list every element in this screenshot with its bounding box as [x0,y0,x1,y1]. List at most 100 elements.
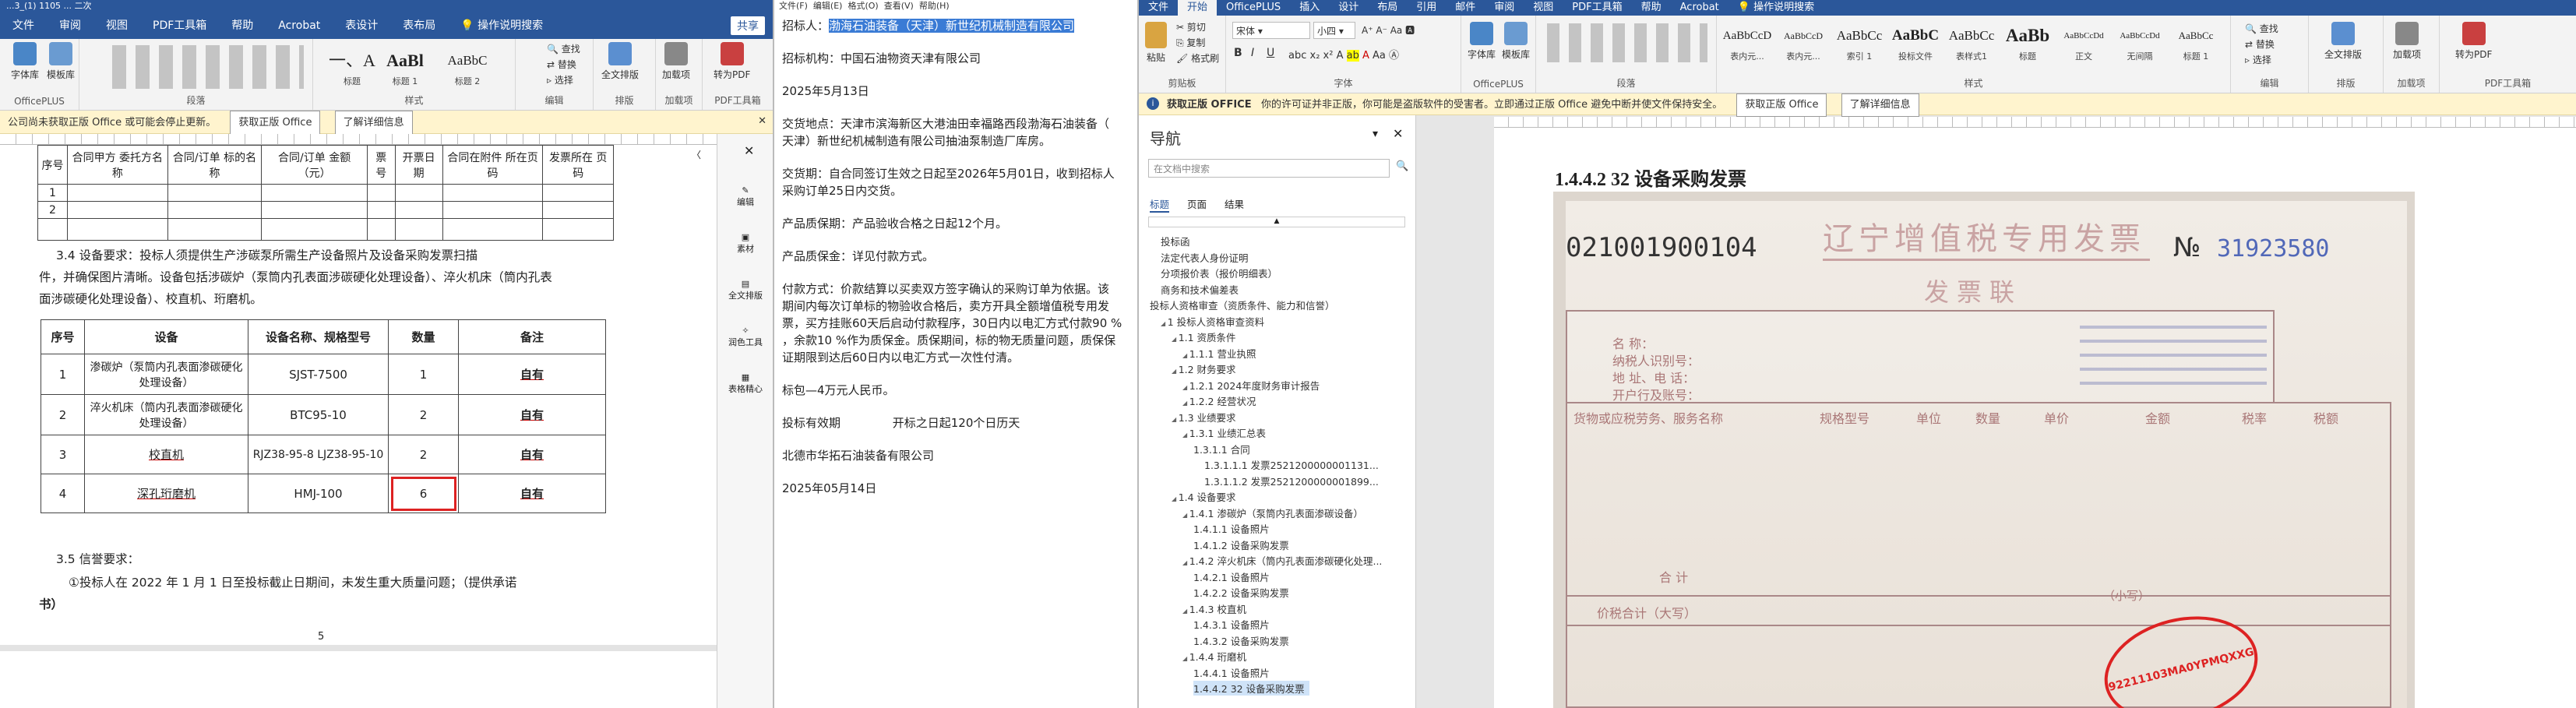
right-tab-insert[interactable]: 插入 [1290,0,1329,16]
font-name-select[interactable]: 宋体 ▾ [1232,22,1310,39]
left-tab-table-layout[interactable]: 表布局 [390,12,448,39]
nav-search-input[interactable]: 在文档中搜索 [1148,159,1390,178]
right-tab-design[interactable]: 设计 [1329,0,1368,16]
nav-item[interactable]: 1.4.2.1 设备照片 [1193,569,1274,584]
right-tab-help[interactable]: 帮助 [1632,0,1671,16]
left-learn-more-button[interactable]: 了解详细信息 [334,111,413,136]
nav-item[interactable]: 法定代表人身份证明 [1161,250,1253,265]
left-style-0[interactable]: 一、A 标题 [329,47,375,98]
nav-item[interactable]: 1.3.1.1 合同 [1193,442,1255,456]
nav-tab-results[interactable]: 结果 [1225,196,1244,211]
right-style-6[interactable]: AaBbCcDd 正文 [2058,22,2109,73]
expand-arrow-icon[interactable]: ◢ [1182,352,1189,359]
right-tab-officeplus[interactable]: OfficePLUS [1217,0,1290,16]
expand-arrow-icon[interactable]: ◢ [1172,495,1179,502]
side-tool-layout[interactable]: ▤ 全文排版 [722,279,769,301]
left-tab-file[interactable]: 文件 [0,12,47,39]
expand-arrow-icon[interactable]: ◢ [1182,608,1189,615]
left-addins-button[interactable]: 加载项 [662,42,690,81]
nav-item[interactable]: ◢ 1.2 财务要求 [1172,361,1241,376]
left-select-button[interactable]: ▹ 选择 [547,73,573,86]
notepad-menu-format[interactable]: 格式(O) [848,1,878,11]
copy-button[interactable]: ⎘ 复制 [1176,36,1205,49]
right-tab-search[interactable]: 💡 操作说明搜索 [1728,0,1824,16]
right-learn-more-button[interactable]: 了解详细信息 [1841,93,1919,117]
nav-item[interactable]: 1.4.2.2 设备采购发票 [1193,585,1294,600]
nav-options-icon[interactable]: ▾ [1373,128,1378,140]
left-tab-review[interactable]: 审阅 [47,12,93,39]
expand-arrow-icon[interactable]: ◢ [1182,559,1189,566]
underline-button[interactable]: U [1267,47,1274,59]
right-select-button[interactable]: ▹ 选择 [2245,53,2271,66]
nav-item[interactable]: 1.4.4.2 32 设备采购发票 [1193,681,1309,696]
nav-item[interactable]: 商务和技术偏差表 [1161,282,1243,297]
left-tab-view[interactable]: 视图 [93,12,140,39]
left-style-1[interactable]: AaBl 标题 1 [382,47,428,98]
nav-item[interactable]: 1.4.1.1 设备照片 [1193,521,1274,536]
nav-item[interactable]: ◢ 1.3.1 业绩汇总表 [1182,425,1270,440]
left-to-pdf-button[interactable]: 转为PDF [714,42,750,81]
notepad-menu-view[interactable]: 查看(V) [884,1,914,11]
nav-item[interactable]: ◢ 1.4.2 淬火机床（筒内孔表面渗碳硬化处理... [1182,553,1387,568]
italic-button[interactable]: I [1251,47,1254,59]
paragraph-tools[interactable] [109,45,304,89]
side-panel-close-icon[interactable]: ✕ [744,143,754,158]
left-font-lib-button[interactable]: 字体库 [11,42,39,81]
right-to-pdf-button[interactable]: 转为PDF [2455,22,2492,61]
nav-item[interactable]: ◢ 1.4.4 珩磨机 [1182,649,1251,664]
right-tab-mailings[interactable]: 邮件 [1446,0,1485,16]
side-tool-polish[interactable]: ✧ 润色工具 [722,326,769,348]
right-style-7[interactable]: AaBbCcDd 无间隔 [2114,22,2165,73]
right-replace-button[interactable]: ⇄ 替换 [2245,37,2275,51]
right-tab-file[interactable]: 文件 [1139,0,1178,16]
right-tab-references[interactable]: 引用 [1407,0,1446,16]
right-tab-review[interactable]: 审阅 [1485,0,1524,16]
nav-item[interactable]: 1.3.1.1.1 发票2521200000001131... [1204,457,1383,472]
nav-item[interactable]: 1.4.4.1 设备照片 [1193,665,1274,680]
right-style-3[interactable]: AaBbC 投标文件 [1890,22,1941,73]
left-share-button[interactable]: 共享 [731,16,765,35]
side-tool-table[interactable]: ▦ 表格精心 [722,372,769,395]
right-get-office-button[interactable]: 获取正版 Office [1736,93,1827,117]
left-tab-search[interactable]: 💡 操作说明搜索 [448,12,555,39]
bold-button[interactable]: B [1234,47,1242,59]
nav-item[interactable]: 分项报价表（报价明细表） [1161,266,1282,280]
left-replace-button[interactable]: ⇄ 替换 [547,58,576,71]
nav-item[interactable]: ◢ 1.1.1 营业执照 [1182,346,1260,361]
expand-arrow-icon[interactable]: ◢ [1172,368,1179,375]
nav-item[interactable]: 1.4.1.2 设备采购发票 [1193,537,1294,552]
side-tool-edit[interactable]: ✎ 编辑 [728,185,763,208]
right-style-1[interactable]: AaBbCcD 表内元... [1778,22,1829,73]
right-template-button[interactable]: 模板库 [1502,22,1530,61]
nav-item[interactable]: 1.4.3.2 设备采购发票 [1193,633,1294,648]
left-get-office-button[interactable]: 获取正版 Office [230,111,321,136]
right-tab-layout[interactable]: 布局 [1368,0,1407,16]
left-tab-table-design[interactable]: 表设计 [333,12,390,39]
left-tab-help[interactable]: 帮助 [219,12,266,39]
left-tab-pdf[interactable]: PDF工具箱 [140,12,219,39]
right-style-0[interactable]: AaBbCcD 表内元... [1721,22,1773,73]
nav-search-icon[interactable]: 🔍 [1396,160,1408,172]
right-tab-home[interactable]: 开始 [1178,0,1218,16]
right-find-button[interactable]: 🔍 查找 [2245,22,2278,35]
left-layout-button[interactable]: 全文排版 [601,42,639,81]
expand-arrow-icon[interactable]: ◢ [1182,384,1189,391]
paste-button[interactable]: 粘贴 [1145,22,1167,64]
right-font-lib-button[interactable]: 字体库 [1468,22,1496,61]
nav-item[interactable]: ◢ 1 投标人资格审查资料 [1161,314,1269,329]
nav-item[interactable]: ◢ 1.3 业绩要求 [1172,410,1241,424]
side-tool-material[interactable]: ▣ 素材 [728,232,763,255]
expand-arrow-icon[interactable]: ◢ [1182,655,1189,662]
right-style-8[interactable]: AaBbCc 标题 1 [2170,22,2222,73]
right-style-2[interactable]: AaBbCc 索引 1 [1834,22,1885,73]
format-painter-button[interactable]: 🖌 格式刷 [1176,51,1219,65]
left-document-page[interactable]: 〈 序号 合同甲方 委托方名称 合同/订单 标的名称 合同/订单 金额（元） 票… [0,145,717,708]
nav-collapse-icon[interactable]: 〈 [692,148,701,161]
nav-tab-headings[interactable]: 标题 [1150,196,1170,213]
paragraph-tools[interactable] [1544,23,1707,62]
expand-arrow-icon[interactable]: ◢ [1182,512,1189,519]
expand-arrow-icon[interactable]: ◢ [1182,400,1189,407]
left-template-button[interactable]: 模板库 [47,42,75,81]
left-style-2[interactable]: AaBbC 标题 2 [436,47,499,98]
notepad-menu-help[interactable]: 帮助(H) [919,1,950,11]
